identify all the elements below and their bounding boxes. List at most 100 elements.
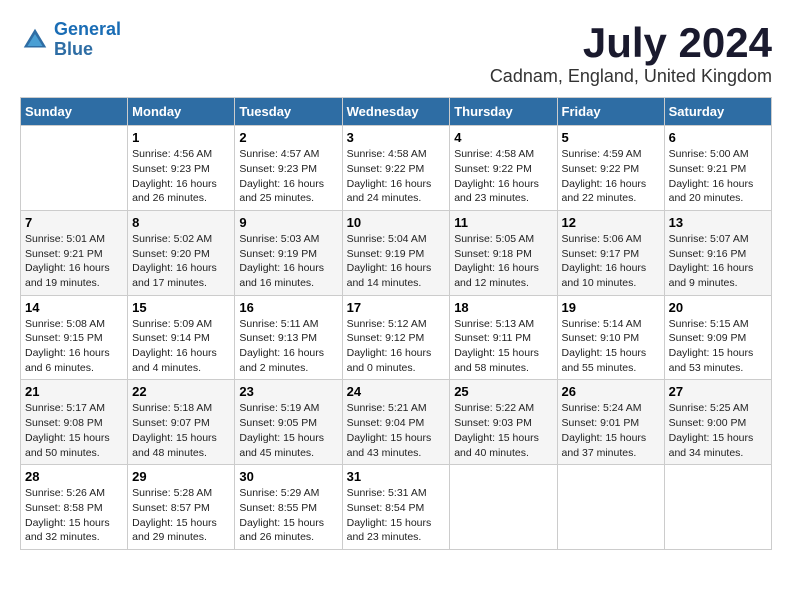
calendar-cell: 29 Sunrise: 5:28 AMSunset: 8:57 PMDayligh… bbox=[128, 465, 235, 550]
calendar-header-row: SundayMondayTuesdayWednesdayThursdayFrid… bbox=[21, 98, 772, 126]
day-number: 14 bbox=[25, 300, 123, 315]
header-saturday: Saturday bbox=[664, 98, 771, 126]
calendar-cell: 12Sunrise: 5:06 AMSunset: 9:17 PMDayligh… bbox=[557, 210, 664, 295]
calendar-cell: 23 Sunrise: 5:19 AMSunset: 9:05 PMDayligh… bbox=[235, 380, 342, 465]
cell-content: Sunrise: 4:58 AMSunset: 9:22 PMDaylight:… bbox=[454, 147, 552, 206]
day-number: 29 bbox=[132, 469, 230, 484]
day-number: 17 bbox=[347, 300, 446, 315]
cell-content: Sunrise: 5:29 AMSunset: 8:55 PMDaylight:… bbox=[239, 486, 337, 545]
day-number: 22 bbox=[132, 384, 230, 399]
day-number: 24 bbox=[347, 384, 446, 399]
cell-content: Sunrise: 5:03 AMSunset: 9:19 PMDaylight:… bbox=[239, 232, 337, 291]
day-number: 10 bbox=[347, 215, 446, 230]
day-number: 3 bbox=[347, 130, 446, 145]
day-number: 1 bbox=[132, 130, 230, 145]
calendar-cell: 13Sunrise: 5:07 AMSunset: 9:16 PMDayligh… bbox=[664, 210, 771, 295]
day-number: 8 bbox=[132, 215, 230, 230]
logo-text: General Blue bbox=[54, 20, 121, 60]
cell-content: Sunrise: 5:31 AMSunset: 8:54 PMDaylight:… bbox=[347, 486, 446, 545]
calendar-cell: 3 Sunrise: 4:58 AMSunset: 9:22 PMDaylight… bbox=[342, 126, 450, 211]
day-number: 26 bbox=[562, 384, 660, 399]
calendar-table: SundayMondayTuesdayWednesdayThursdayFrid… bbox=[20, 97, 772, 550]
calendar-cell: 14 Sunrise: 5:08 AMSunset: 9:15 PMDayligh… bbox=[21, 295, 128, 380]
cell-content: Sunrise: 4:58 AMSunset: 9:22 PMDaylight:… bbox=[347, 147, 446, 206]
calendar-cell: 22Sunrise: 5:18 AMSunset: 9:07 PMDayligh… bbox=[128, 380, 235, 465]
cell-content: Sunrise: 4:59 AMSunset: 9:22 PMDaylight:… bbox=[562, 147, 660, 206]
day-number: 18 bbox=[454, 300, 552, 315]
calendar-cell: 1 Sunrise: 4:56 AMSunset: 9:23 PMDaylight… bbox=[128, 126, 235, 211]
logo-icon bbox=[20, 25, 50, 55]
calendar-week-1: 1 Sunrise: 4:56 AMSunset: 9:23 PMDaylight… bbox=[21, 126, 772, 211]
cell-content: Sunrise: 5:13 AMSunset: 9:11 PMDaylight:… bbox=[454, 317, 552, 376]
cell-content: Sunrise: 5:12 AMSunset: 9:12 PMDaylight:… bbox=[347, 317, 446, 376]
calendar-cell: 21 Sunrise: 5:17 AMSunset: 9:08 PMDayligh… bbox=[21, 380, 128, 465]
calendar-cell: 11Sunrise: 5:05 AMSunset: 9:18 PMDayligh… bbox=[450, 210, 557, 295]
cell-content: Sunrise: 5:26 AMSunset: 8:58 PMDaylight:… bbox=[25, 486, 123, 545]
page-header: General Blue July 2024 Cadnam, England, … bbox=[20, 20, 772, 87]
calendar-cell: 24 Sunrise: 5:21 AMSunset: 9:04 PMDayligh… bbox=[342, 380, 450, 465]
calendar-week-2: 7 Sunrise: 5:01 AMSunset: 9:21 PMDaylight… bbox=[21, 210, 772, 295]
logo-general: General bbox=[54, 19, 121, 39]
cell-content: Sunrise: 5:00 AMSunset: 9:21 PMDaylight:… bbox=[669, 147, 767, 206]
day-number: 6 bbox=[669, 130, 767, 145]
day-number: 27 bbox=[669, 384, 767, 399]
calendar-cell: 4Sunrise: 4:58 AMSunset: 9:22 PMDaylight… bbox=[450, 126, 557, 211]
cell-content: Sunrise: 5:01 AMSunset: 9:21 PMDaylight:… bbox=[25, 232, 123, 291]
header-monday: Monday bbox=[128, 98, 235, 126]
header-sunday: Sunday bbox=[21, 98, 128, 126]
day-number: 16 bbox=[239, 300, 337, 315]
logo-blue: Blue bbox=[54, 39, 93, 59]
cell-content: Sunrise: 5:04 AMSunset: 9:19 PMDaylight:… bbox=[347, 232, 446, 291]
cell-content: Sunrise: 5:28 AMSunset: 8:57 PMDaylight:… bbox=[132, 486, 230, 545]
day-number: 19 bbox=[562, 300, 660, 315]
calendar-cell: 5 Sunrise: 4:59 AMSunset: 9:22 PMDaylight… bbox=[557, 126, 664, 211]
calendar-cell: 2Sunrise: 4:57 AMSunset: 9:23 PMDaylight… bbox=[235, 126, 342, 211]
title-section: July 2024 Cadnam, England, United Kingdo… bbox=[490, 20, 772, 87]
cell-content: Sunrise: 5:14 AMSunset: 9:10 PMDaylight:… bbox=[562, 317, 660, 376]
calendar-cell: 27 Sunrise: 5:25 AMSunset: 9:00 PMDayligh… bbox=[664, 380, 771, 465]
day-number: 21 bbox=[25, 384, 123, 399]
calendar-cell: 10 Sunrise: 5:04 AMSunset: 9:19 PMDayligh… bbox=[342, 210, 450, 295]
cell-content: Sunrise: 5:22 AMSunset: 9:03 PMDaylight:… bbox=[454, 401, 552, 460]
cell-content: Sunrise: 5:17 AMSunset: 9:08 PMDaylight:… bbox=[25, 401, 123, 460]
cell-content: Sunrise: 5:19 AMSunset: 9:05 PMDaylight:… bbox=[239, 401, 337, 460]
cell-content: Sunrise: 5:08 AMSunset: 9:15 PMDaylight:… bbox=[25, 317, 123, 376]
day-number: 15 bbox=[132, 300, 230, 315]
day-number: 5 bbox=[562, 130, 660, 145]
month-title: July 2024 bbox=[490, 20, 772, 66]
header-friday: Friday bbox=[557, 98, 664, 126]
day-number: 28 bbox=[25, 469, 123, 484]
calendar-cell: 18 Sunrise: 5:13 AMSunset: 9:11 PMDayligh… bbox=[450, 295, 557, 380]
calendar-cell: 31 Sunrise: 5:31 AMSunset: 8:54 PMDayligh… bbox=[342, 465, 450, 550]
calendar-cell: 30 Sunrise: 5:29 AMSunset: 8:55 PMDayligh… bbox=[235, 465, 342, 550]
calendar-week-3: 14 Sunrise: 5:08 AMSunset: 9:15 PMDayligh… bbox=[21, 295, 772, 380]
day-number: 25 bbox=[454, 384, 552, 399]
cell-content: Sunrise: 5:06 AMSunset: 9:17 PMDaylight:… bbox=[562, 232, 660, 291]
header-wednesday: Wednesday bbox=[342, 98, 450, 126]
header-thursday: Thursday bbox=[450, 98, 557, 126]
calendar-cell bbox=[450, 465, 557, 550]
cell-content: Sunrise: 5:21 AMSunset: 9:04 PMDaylight:… bbox=[347, 401, 446, 460]
calendar-cell bbox=[664, 465, 771, 550]
day-number: 31 bbox=[347, 469, 446, 484]
calendar-cell: 17 Sunrise: 5:12 AMSunset: 9:12 PMDayligh… bbox=[342, 295, 450, 380]
cell-content: Sunrise: 5:25 AMSunset: 9:00 PMDaylight:… bbox=[669, 401, 767, 460]
cell-content: Sunrise: 5:24 AMSunset: 9:01 PMDaylight:… bbox=[562, 401, 660, 460]
calendar-cell: 28 Sunrise: 5:26 AMSunset: 8:58 PMDayligh… bbox=[21, 465, 128, 550]
day-number: 23 bbox=[239, 384, 337, 399]
calendar-week-5: 28 Sunrise: 5:26 AMSunset: 8:58 PMDayligh… bbox=[21, 465, 772, 550]
location-title: Cadnam, England, United Kingdom bbox=[490, 66, 772, 87]
calendar-cell: 7 Sunrise: 5:01 AMSunset: 9:21 PMDaylight… bbox=[21, 210, 128, 295]
logo: General Blue bbox=[20, 20, 121, 60]
day-number: 30 bbox=[239, 469, 337, 484]
day-number: 20 bbox=[669, 300, 767, 315]
calendar-cell: 6 Sunrise: 5:00 AMSunset: 9:21 PMDaylight… bbox=[664, 126, 771, 211]
day-number: 7 bbox=[25, 215, 123, 230]
cell-content: Sunrise: 4:56 AMSunset: 9:23 PMDaylight:… bbox=[132, 147, 230, 206]
cell-content: Sunrise: 5:05 AMSunset: 9:18 PMDaylight:… bbox=[454, 232, 552, 291]
calendar-cell: 9Sunrise: 5:03 AMSunset: 9:19 PMDaylight… bbox=[235, 210, 342, 295]
cell-content: Sunrise: 5:15 AMSunset: 9:09 PMDaylight:… bbox=[669, 317, 767, 376]
header-tuesday: Tuesday bbox=[235, 98, 342, 126]
calendar-cell: 16Sunrise: 5:11 AMSunset: 9:13 PMDayligh… bbox=[235, 295, 342, 380]
calendar-cell: 8Sunrise: 5:02 AMSunset: 9:20 PMDaylight… bbox=[128, 210, 235, 295]
